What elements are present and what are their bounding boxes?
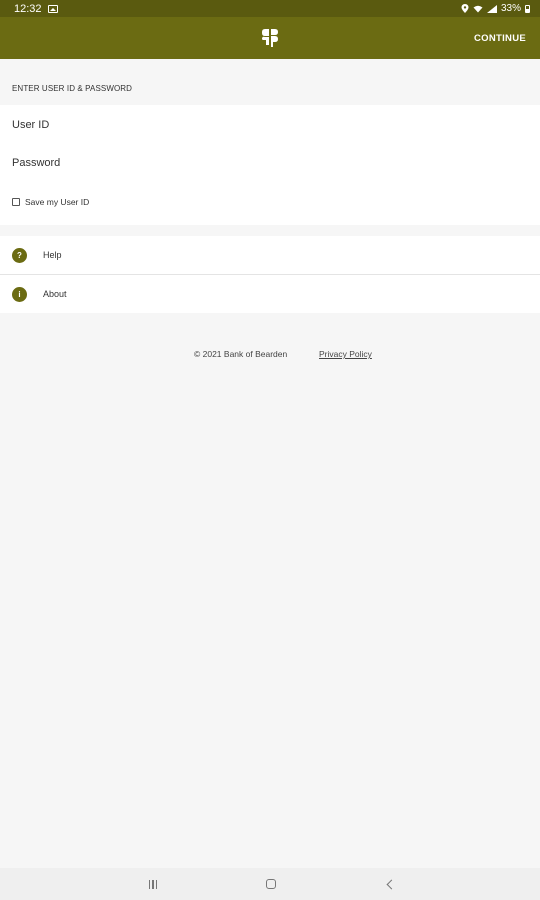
save-user-id-checkbox[interactable]: [12, 198, 20, 206]
about-label: About: [43, 289, 67, 299]
wifi-icon: [473, 5, 483, 12]
save-user-id-row[interactable]: Save my User ID: [12, 197, 89, 207]
home-button[interactable]: [251, 868, 291, 900]
recents-icon: [148, 879, 158, 889]
help-link[interactable]: ? Help: [0, 236, 540, 274]
recents-button[interactable]: [133, 868, 173, 900]
links-list: ? Help i About: [0, 236, 540, 313]
copyright-text: © 2021 Bank of Bearden: [194, 349, 288, 359]
about-link[interactable]: i About: [0, 275, 540, 313]
help-icon: ?: [12, 247, 27, 263]
home-icon: [266, 879, 276, 889]
user-id-field-row: [0, 106, 540, 144]
help-label: Help: [43, 250, 62, 260]
password-field[interactable]: [12, 157, 492, 169]
status-bar: 12:32 33%: [0, 0, 540, 17]
footer: © 2021 Bank of Bearden Privacy Policy: [0, 349, 540, 363]
login-screen: 12:32 33% CONTINUE ENTER USER ID & PASSW…: [0, 0, 540, 900]
location-icon: [461, 4, 469, 13]
signal-icon: [486, 4, 497, 13]
password-field-row: [0, 144, 540, 182]
back-button[interactable]: [369, 868, 409, 900]
battery-icon: [525, 4, 530, 13]
privacy-policy-link[interactable]: Privacy Policy: [319, 349, 372, 359]
system-nav-bar: [0, 868, 540, 900]
bank-logo-icon: [262, 29, 278, 47]
user-id-field[interactable]: [12, 119, 492, 131]
login-form: Save my User ID: [0, 105, 540, 225]
back-icon: [386, 879, 396, 889]
login-section-header: ENTER USER ID & PASSWORD: [0, 59, 540, 105]
status-right: 33%: [461, 3, 530, 14]
status-time: 12:32: [14, 2, 42, 15]
info-icon: i: [12, 286, 27, 302]
section-header-label: ENTER USER ID & PASSWORD: [12, 84, 133, 93]
app-bar: CONTINUE: [0, 17, 540, 59]
save-user-id-label: Save my User ID: [25, 197, 90, 207]
image-notification-icon: [47, 4, 58, 13]
continue-button[interactable]: CONTINUE: [474, 17, 526, 59]
battery-percent: 33%: [500, 3, 521, 14]
status-left: 12:32: [14, 3, 58, 15]
